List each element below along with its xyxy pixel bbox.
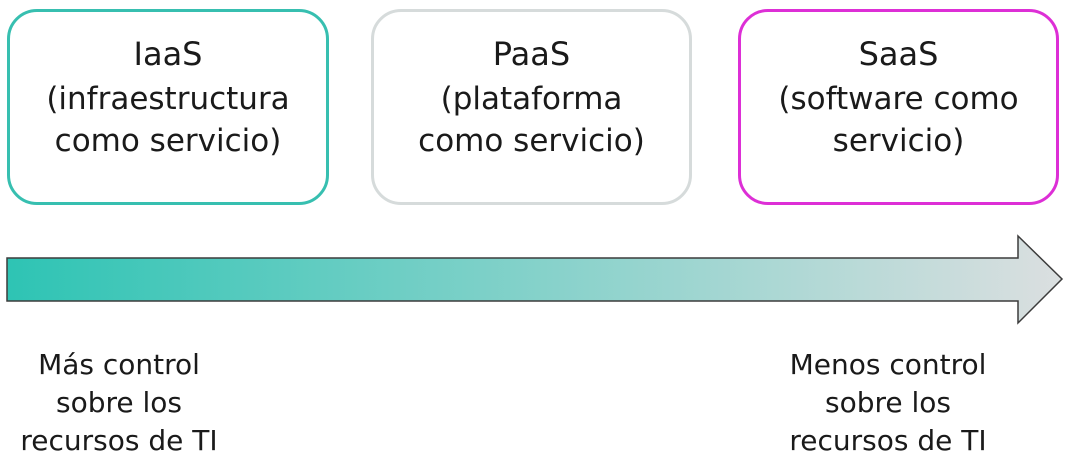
less-control-caption: Menos control sobre los recursos de TI	[789, 348, 987, 457]
paas-description: (plataforma como servicio)	[418, 81, 645, 159]
saas-title: SaaS	[858, 35, 939, 73]
iaas-box: IaaS (infraestructura como servicio)	[7, 9, 329, 205]
paas-title: PaaS	[492, 35, 571, 73]
control-gradient-arrow	[6, 234, 1064, 325]
arrow-shape	[6, 234, 1064, 325]
saas-box: SaaS (software como servicio)	[738, 9, 1059, 205]
iaas-title: IaaS	[133, 35, 203, 73]
iaas-description: (infraestructura como servicio)	[46, 81, 290, 159]
more-control-caption: Más control sobre los recursos de TI	[20, 348, 218, 457]
saas-description: (software como servicio)	[778, 81, 1019, 159]
paas-box: PaaS (plataforma como servicio)	[371, 9, 692, 205]
